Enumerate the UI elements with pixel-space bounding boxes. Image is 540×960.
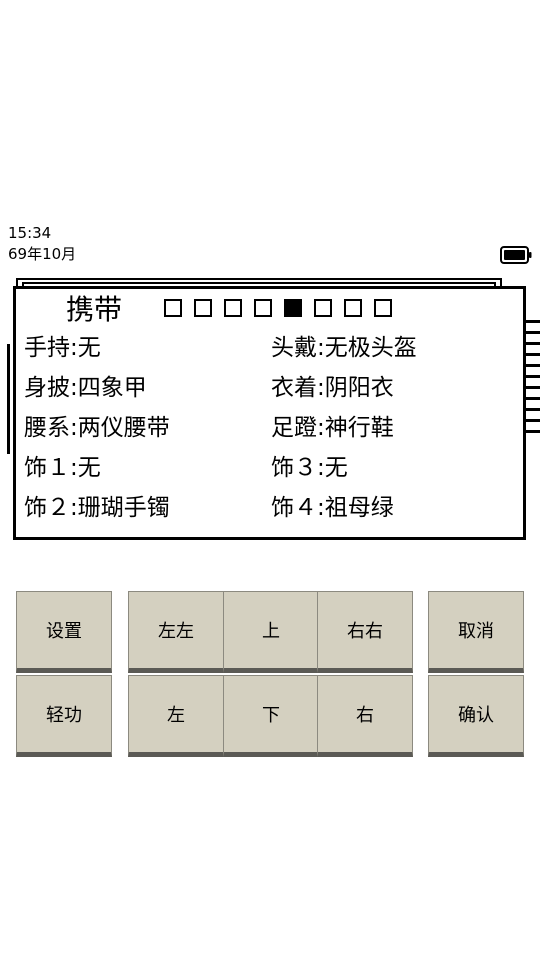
equip-waist[interactable]: 腰系:两仪腰带 <box>24 413 170 443</box>
page-slot[interactable] <box>314 299 332 317</box>
equip-head[interactable]: 头戴:无极头盔 <box>271 333 417 363</box>
page-slot[interactable] <box>344 299 362 317</box>
page-slot[interactable] <box>374 299 392 317</box>
page-slot[interactable] <box>164 299 182 317</box>
page-slot-active[interactable] <box>284 299 302 317</box>
panel-title: 携带 <box>66 293 123 326</box>
confirm-button[interactable]: 确认 <box>428 675 524 757</box>
equip-accessory-3[interactable]: 饰３:无 <box>271 453 348 483</box>
equip-hand[interactable]: 手持:无 <box>24 333 101 363</box>
page-slot[interactable] <box>194 299 212 317</box>
up-button[interactable]: 上 <box>223 591 319 673</box>
panel-left-edge <box>0 344 10 454</box>
down-button[interactable]: 下 <box>223 675 319 757</box>
equip-accessory-4[interactable]: 饰４:祖母绿 <box>271 493 394 523</box>
equip-body[interactable]: 身披:四象甲 <box>24 373 147 403</box>
left-left-button[interactable]: 左左 <box>128 591 224 673</box>
equip-accessory-2[interactable]: 饰２:珊瑚手镯 <box>24 493 170 523</box>
page-slot[interactable] <box>224 299 242 317</box>
left-button[interactable]: 左 <box>128 675 224 757</box>
settings-button[interactable]: 设置 <box>16 591 112 673</box>
equip-clothes[interactable]: 衣着:阴阳衣 <box>271 373 394 403</box>
right-button[interactable]: 右 <box>317 675 413 757</box>
page-indicator <box>164 299 404 321</box>
page-slot[interactable] <box>254 299 272 317</box>
equip-accessory-1[interactable]: 饰１:无 <box>24 453 101 483</box>
panel-right-edge <box>526 320 540 452</box>
qinggong-button[interactable]: 轻功 <box>16 675 112 757</box>
cancel-button[interactable]: 取消 <box>428 591 524 673</box>
equip-feet[interactable]: 足蹬:神行鞋 <box>271 413 394 443</box>
battery-full-icon <box>500 246 532 264</box>
status-date: 69年10月 <box>8 245 77 263</box>
right-right-button[interactable]: 右右 <box>317 591 413 673</box>
status-time: 15:34 <box>8 224 52 242</box>
